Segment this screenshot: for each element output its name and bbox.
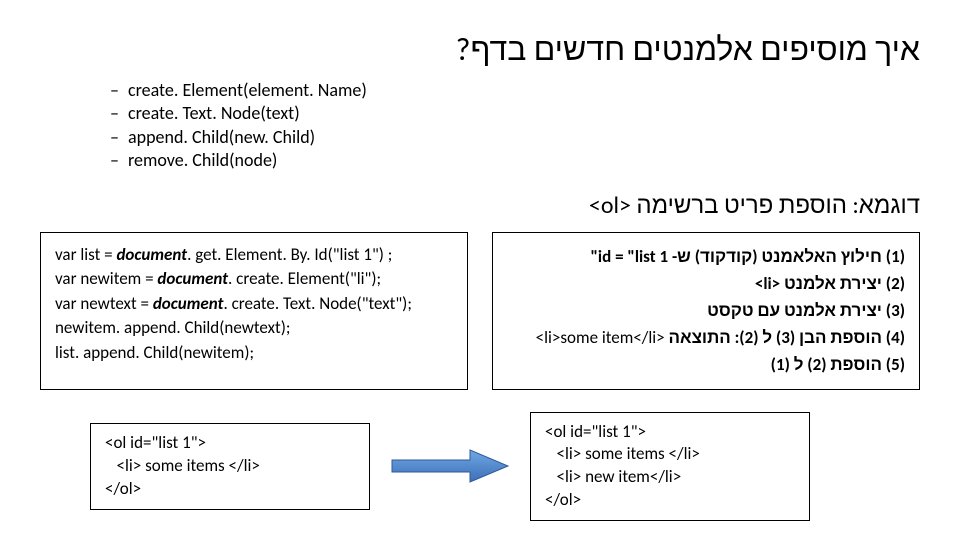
step-text: (2) יצירת אלמנט <li> xyxy=(507,270,905,297)
dash-icon: – xyxy=(110,79,128,102)
bullet-list: – create. Element(element. Name) – creat… xyxy=(110,79,920,173)
example-title: דוגמא: הוספת פריט ברשימה <ol> xyxy=(40,191,920,220)
bullet-item: – remove. Child(node) xyxy=(110,149,920,172)
bullet-text: create. Text. Node(text) xyxy=(128,102,300,125)
code-line: list. append. Child(newitem); xyxy=(55,341,453,366)
dash-icon: – xyxy=(110,149,128,172)
bullet-text: create. Element(element. Name) xyxy=(128,79,367,102)
mid-row: var list = document. get. Element. By. I… xyxy=(40,232,920,390)
code-line: newitem. append. Child(newtext); xyxy=(55,316,453,341)
bullet-text: append. Child(new. Child) xyxy=(128,126,315,149)
code-line: var newtext = document. create. Text. No… xyxy=(55,292,453,317)
snippet-before: <ol id="list 1"> <li> some items </li> <… xyxy=(90,423,370,510)
code-box: var list = document. get. Element. By. I… xyxy=(40,232,468,390)
bullet-item: – create. Element(element. Name) xyxy=(110,79,920,102)
bullet-item: – append. Child(new. Child) xyxy=(110,126,920,149)
code-line: var newitem = document. create. Element(… xyxy=(55,267,453,292)
step-text: (5) הוספת (2) ל (1) xyxy=(507,351,905,378)
bottom-row: <ol id="list 1"> <li> some items </li> <… xyxy=(40,412,920,522)
bullet-text: remove. Child(node) xyxy=(128,149,277,172)
step-text: (1) חילוץ האלאמנט (קודקוד) ש- id = "list… xyxy=(507,243,905,270)
slide: איך מוסיפים אלמנטים חדשים בדף? – create.… xyxy=(0,0,960,540)
dash-icon: – xyxy=(110,126,128,149)
dash-icon: – xyxy=(110,102,128,125)
code-line: var list = document. get. Element. By. I… xyxy=(55,243,453,268)
step-text: (3) יצירת אלמנט עם טקסט xyxy=(507,297,905,324)
arrow-icon xyxy=(390,446,510,486)
bullet-item: – create. Text. Node(text) xyxy=(110,102,920,125)
step-text: (4) הוספת הבן (3) ל (2): התוצאה <li>some… xyxy=(507,324,905,351)
page-title: איך מוסיפים אלמנטים חדשים בדף? xyxy=(40,30,920,69)
snippet-after: <ol id="list 1"> <li> some items </li> <… xyxy=(530,412,810,522)
steps-box: (1) חילוץ האלאמנט (קודקוד) ש- id = "list… xyxy=(492,232,920,390)
